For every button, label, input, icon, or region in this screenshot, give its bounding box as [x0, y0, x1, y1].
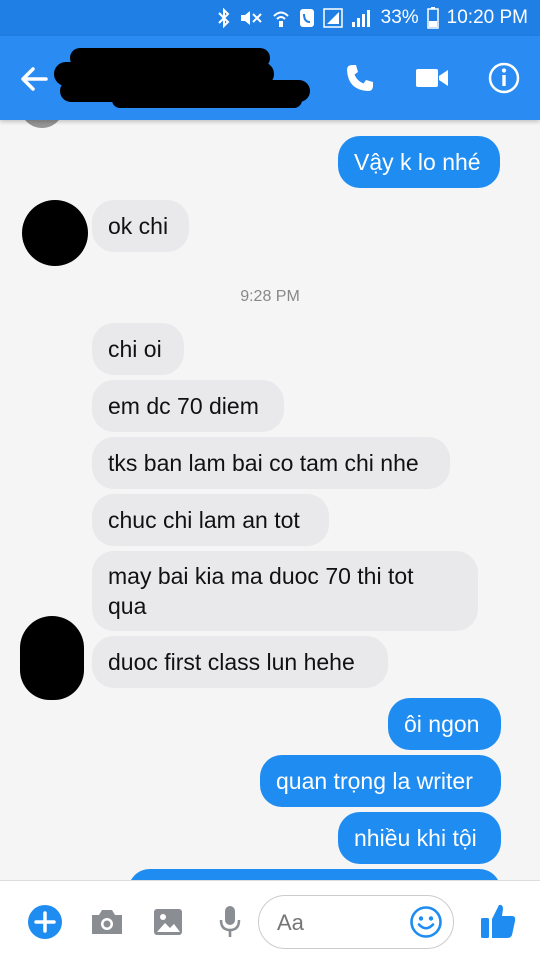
- emoji-icon: [410, 906, 442, 938]
- message-bubble[interactable]: Vậy k lo nhé: [338, 136, 500, 188]
- avatar: [20, 120, 64, 128]
- camera-button[interactable]: [88, 903, 126, 941]
- message-bubble[interactable]: chi oi: [92, 323, 184, 375]
- video-call-button[interactable]: [414, 60, 450, 96]
- back-arrow-icon: [21, 67, 48, 91]
- plus-icon: [28, 905, 62, 939]
- phone-icon: [347, 65, 373, 91]
- mute-icon: [239, 8, 263, 28]
- message-bubble[interactable]: may bai kia ma duoc 70 thi tot qua: [92, 551, 478, 631]
- like-button[interactable]: [478, 901, 518, 941]
- message-input[interactable]: [277, 908, 407, 938]
- phone-status-icon: [299, 8, 315, 28]
- status-bar: 33% 10:20 PM: [0, 0, 540, 36]
- voice-button[interactable]: [211, 903, 249, 941]
- composer-bar: [0, 880, 540, 960]
- video-camera-icon: [416, 69, 448, 87]
- timestamp: 9:28 PM: [240, 288, 300, 305]
- info-button[interactable]: [486, 60, 522, 96]
- info-icon: [488, 62, 520, 94]
- message-bubble[interactable]: chuc chi lam an tot: [92, 494, 329, 546]
- plus-button[interactable]: [26, 903, 64, 941]
- message-list[interactable]: Vậy k lo nhé ok chi 9:28 PM chi oi em dc…: [0, 120, 540, 880]
- camera-icon: [92, 910, 122, 934]
- emoji-button[interactable]: [409, 905, 443, 939]
- wifi-calling-icon: [271, 8, 291, 28]
- back-button[interactable]: [18, 62, 52, 96]
- conversation-header: [0, 36, 540, 120]
- signal-bars-icon: [351, 8, 373, 28]
- message-bubble[interactable]: ôi ngon: [388, 698, 501, 750]
- battery-percent: 33%: [380, 7, 419, 28]
- message-bubble[interactable]: duoc first class lun hehe: [92, 636, 388, 688]
- message-input-field[interactable]: [258, 895, 454, 949]
- message-bubble[interactable]: em dc 70 diem: [92, 380, 284, 432]
- message-bubble[interactable]: quan trọng la writer: [260, 755, 501, 807]
- message-bubble[interactable]: ok chi: [92, 200, 189, 252]
- gallery-icon: [154, 909, 182, 935]
- signal-icon: [322, 8, 343, 28]
- message-bubble[interactable]: tks ban lam bai co tam chi nhe: [92, 437, 450, 489]
- thumbs-up-icon: [481, 904, 516, 938]
- call-button[interactable]: [342, 60, 378, 96]
- gallery-button[interactable]: [149, 903, 187, 941]
- avatar[interactable]: [20, 616, 84, 700]
- message-bubble[interactable]: nhiều khi tội: [338, 812, 501, 864]
- avatar[interactable]: [22, 200, 88, 266]
- clock: 10:20 PM: [446, 7, 528, 28]
- battery-icon: [426, 7, 439, 29]
- message-bubble-partial[interactable]: [128, 869, 501, 880]
- contact-name-redacted[interactable]: [52, 46, 310, 110]
- bluetooth-icon: [217, 8, 231, 28]
- microphone-icon: [219, 906, 241, 937]
